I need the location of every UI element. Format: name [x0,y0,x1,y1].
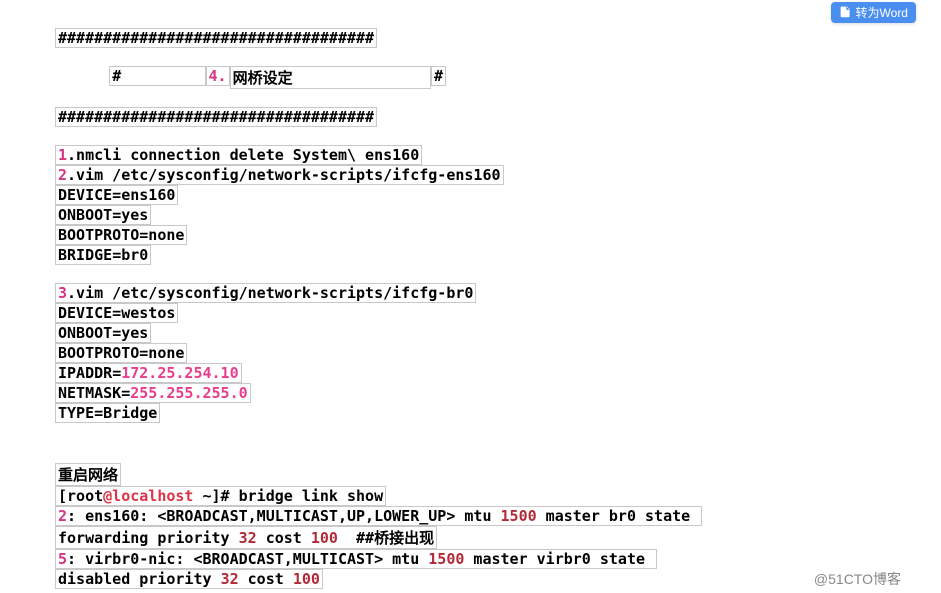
hash-line-top: ################################### [55,28,377,48]
bootproto-val-2: =none [139,344,184,362]
hash-pad-right: # [431,66,446,86]
ipaddr-eq: = [112,364,121,382]
watermark: @51CTO博客 [814,569,901,589]
disabled-priority: disabled priority [58,570,221,588]
bridge-key: BRIDGE [58,246,112,264]
bridge-val: =br0 [112,246,148,264]
hash-pad-left: # [109,66,205,86]
netmask-key: NETMASK [58,384,121,402]
if-ens160-tail: master br0 state [537,507,700,525]
if-ens160: : ens160: <BROADCAST,MULTICAST,UP,LOWER_… [67,507,500,525]
prompt-open: [root [58,487,103,505]
ipaddr-val: 172.25.254.10 [121,364,238,382]
device-westos: DEVICE=westos [55,303,178,323]
netmask-val: 255.255.255.0 [130,384,247,402]
onboot-val: =yes [112,206,148,224]
onboot-key: ONBOOT [58,206,112,224]
type-bridge: TYPE=Bridge [55,403,160,423]
cost-label-a: cost [257,529,311,547]
mtu-1500-a: 1500 [501,507,537,525]
cost-100-b: 100 [293,570,320,588]
onboot-key-2: ONBOOT [58,324,112,342]
hash-line-bottom: ################################### [55,107,377,127]
ifindex-2: 2 [58,507,67,525]
bootproto-key-2: BOOTPROTO [58,344,139,362]
cmd-nmcli: .nmcli connection delete System\ ens160 [67,146,419,164]
cmd-vim-ens160: .vim /etc/sysconfig/network-scripts/ifcf… [67,166,500,184]
if-virbr0: : virbr0-nic: <BROADCAST,MULTICAST> mtu [67,550,428,568]
convert-label: 转为Word [856,4,908,21]
device-ens160: DEVICE=ens160 [55,185,178,205]
if-virbr0-tail: master virbr0 state [464,550,654,568]
prompt-host: @localhost [103,487,193,505]
convert-to-word-button[interactable]: 转为Word [831,2,916,23]
ipaddr-key: IPADDR [58,364,112,382]
cost-100-a: 100 [311,529,338,547]
ifindex-5: 5 [58,550,67,568]
prompt-cmd: ~]# bridge link show [193,487,383,505]
num-3: 3 [58,284,67,302]
prio-32-b: 32 [221,570,239,588]
word-icon [839,5,852,21]
onboot-val-2: =yes [112,324,148,342]
section-title: 网桥设定 [230,66,431,89]
num-1: 1 [58,146,67,164]
cost-label-b: cost [239,570,293,588]
cmd-vim-br0: .vim /etc/sysconfig/network-scripts/ifcf… [67,284,473,302]
section-number: 4. [206,66,230,86]
bootproto-key: BOOTPROTO [58,226,139,244]
code-content: ################################### # 4.… [0,0,941,589]
bootproto-val: =none [139,226,184,244]
fwd-priority: forwarding priority [58,529,239,547]
bridge-comment: ##桥接出现 [338,529,434,547]
restart-network: 重启网络 [55,463,121,486]
netmask-eq: = [121,384,130,402]
prio-32-a: 32 [239,529,257,547]
mtu-1500-b: 1500 [428,550,464,568]
num-2: 2 [58,166,67,184]
